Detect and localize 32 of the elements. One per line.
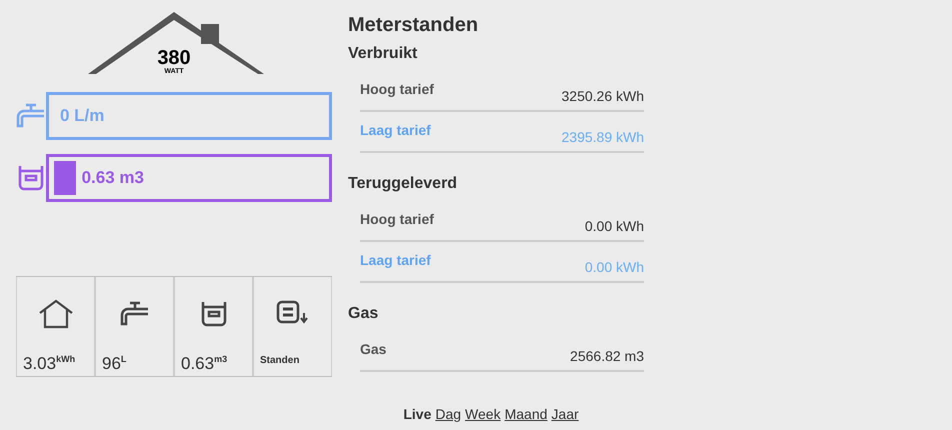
summary-tile[interactable]: Standen — [253, 277, 332, 376]
meter-value: 0.00 kWh — [584, 218, 644, 234]
power-value: 380 — [157, 48, 191, 68]
house-icon — [38, 299, 74, 329]
meter-value: 0.00 kWh — [584, 258, 644, 274]
tariff-label: Laag tarief — [360, 252, 431, 268]
gas-meter-icon — [16, 163, 46, 193]
summary-tile[interactable]: 96$^{L}$ — [95, 277, 174, 376]
summary-tile[interactable]: 0.63$^{m3}$ — [174, 277, 253, 376]
period-link[interactable]: Jaar — [551, 406, 579, 422]
section-heading: Gas — [348, 305, 380, 323]
tile-value: 96$^{L}$ — [102, 354, 126, 374]
section-heading: Verbruikt — [348, 45, 418, 63]
period-link[interactable]: Maand — [504, 406, 548, 422]
tariff-label: Hoog tarief — [360, 81, 434, 97]
meter-value: 3250.26 kWh — [562, 88, 644, 104]
tariff-label: Gas — [360, 341, 386, 357]
tile-value: 0.63$^{m3}$ — [181, 354, 228, 374]
meter-reading: 0 L/m — [60, 106, 104, 126]
tariff-label: Hoog tarief — [360, 211, 434, 227]
period-link[interactable]: Week — [465, 406, 501, 422]
page-title: Meterstanden — [348, 14, 480, 37]
period-link[interactable]: Live — [403, 406, 432, 422]
tile-label: Standen — [260, 355, 300, 366]
meter-value: 2566.82 m3 — [570, 348, 644, 364]
meter-reading: 0.63 m3 — [82, 168, 144, 188]
period-link[interactable]: Dag — [435, 406, 462, 422]
summary-tile[interactable]: 3.03$^{kWh}$ — [16, 277, 95, 376]
section-heading: Teruggeleverd — [348, 175, 458, 193]
tile-value: 3.03$^{kWh}$ — [23, 354, 76, 374]
tariff-label: Laag tarief — [360, 122, 431, 138]
meter-value: 2395.89 kWh — [562, 128, 644, 144]
